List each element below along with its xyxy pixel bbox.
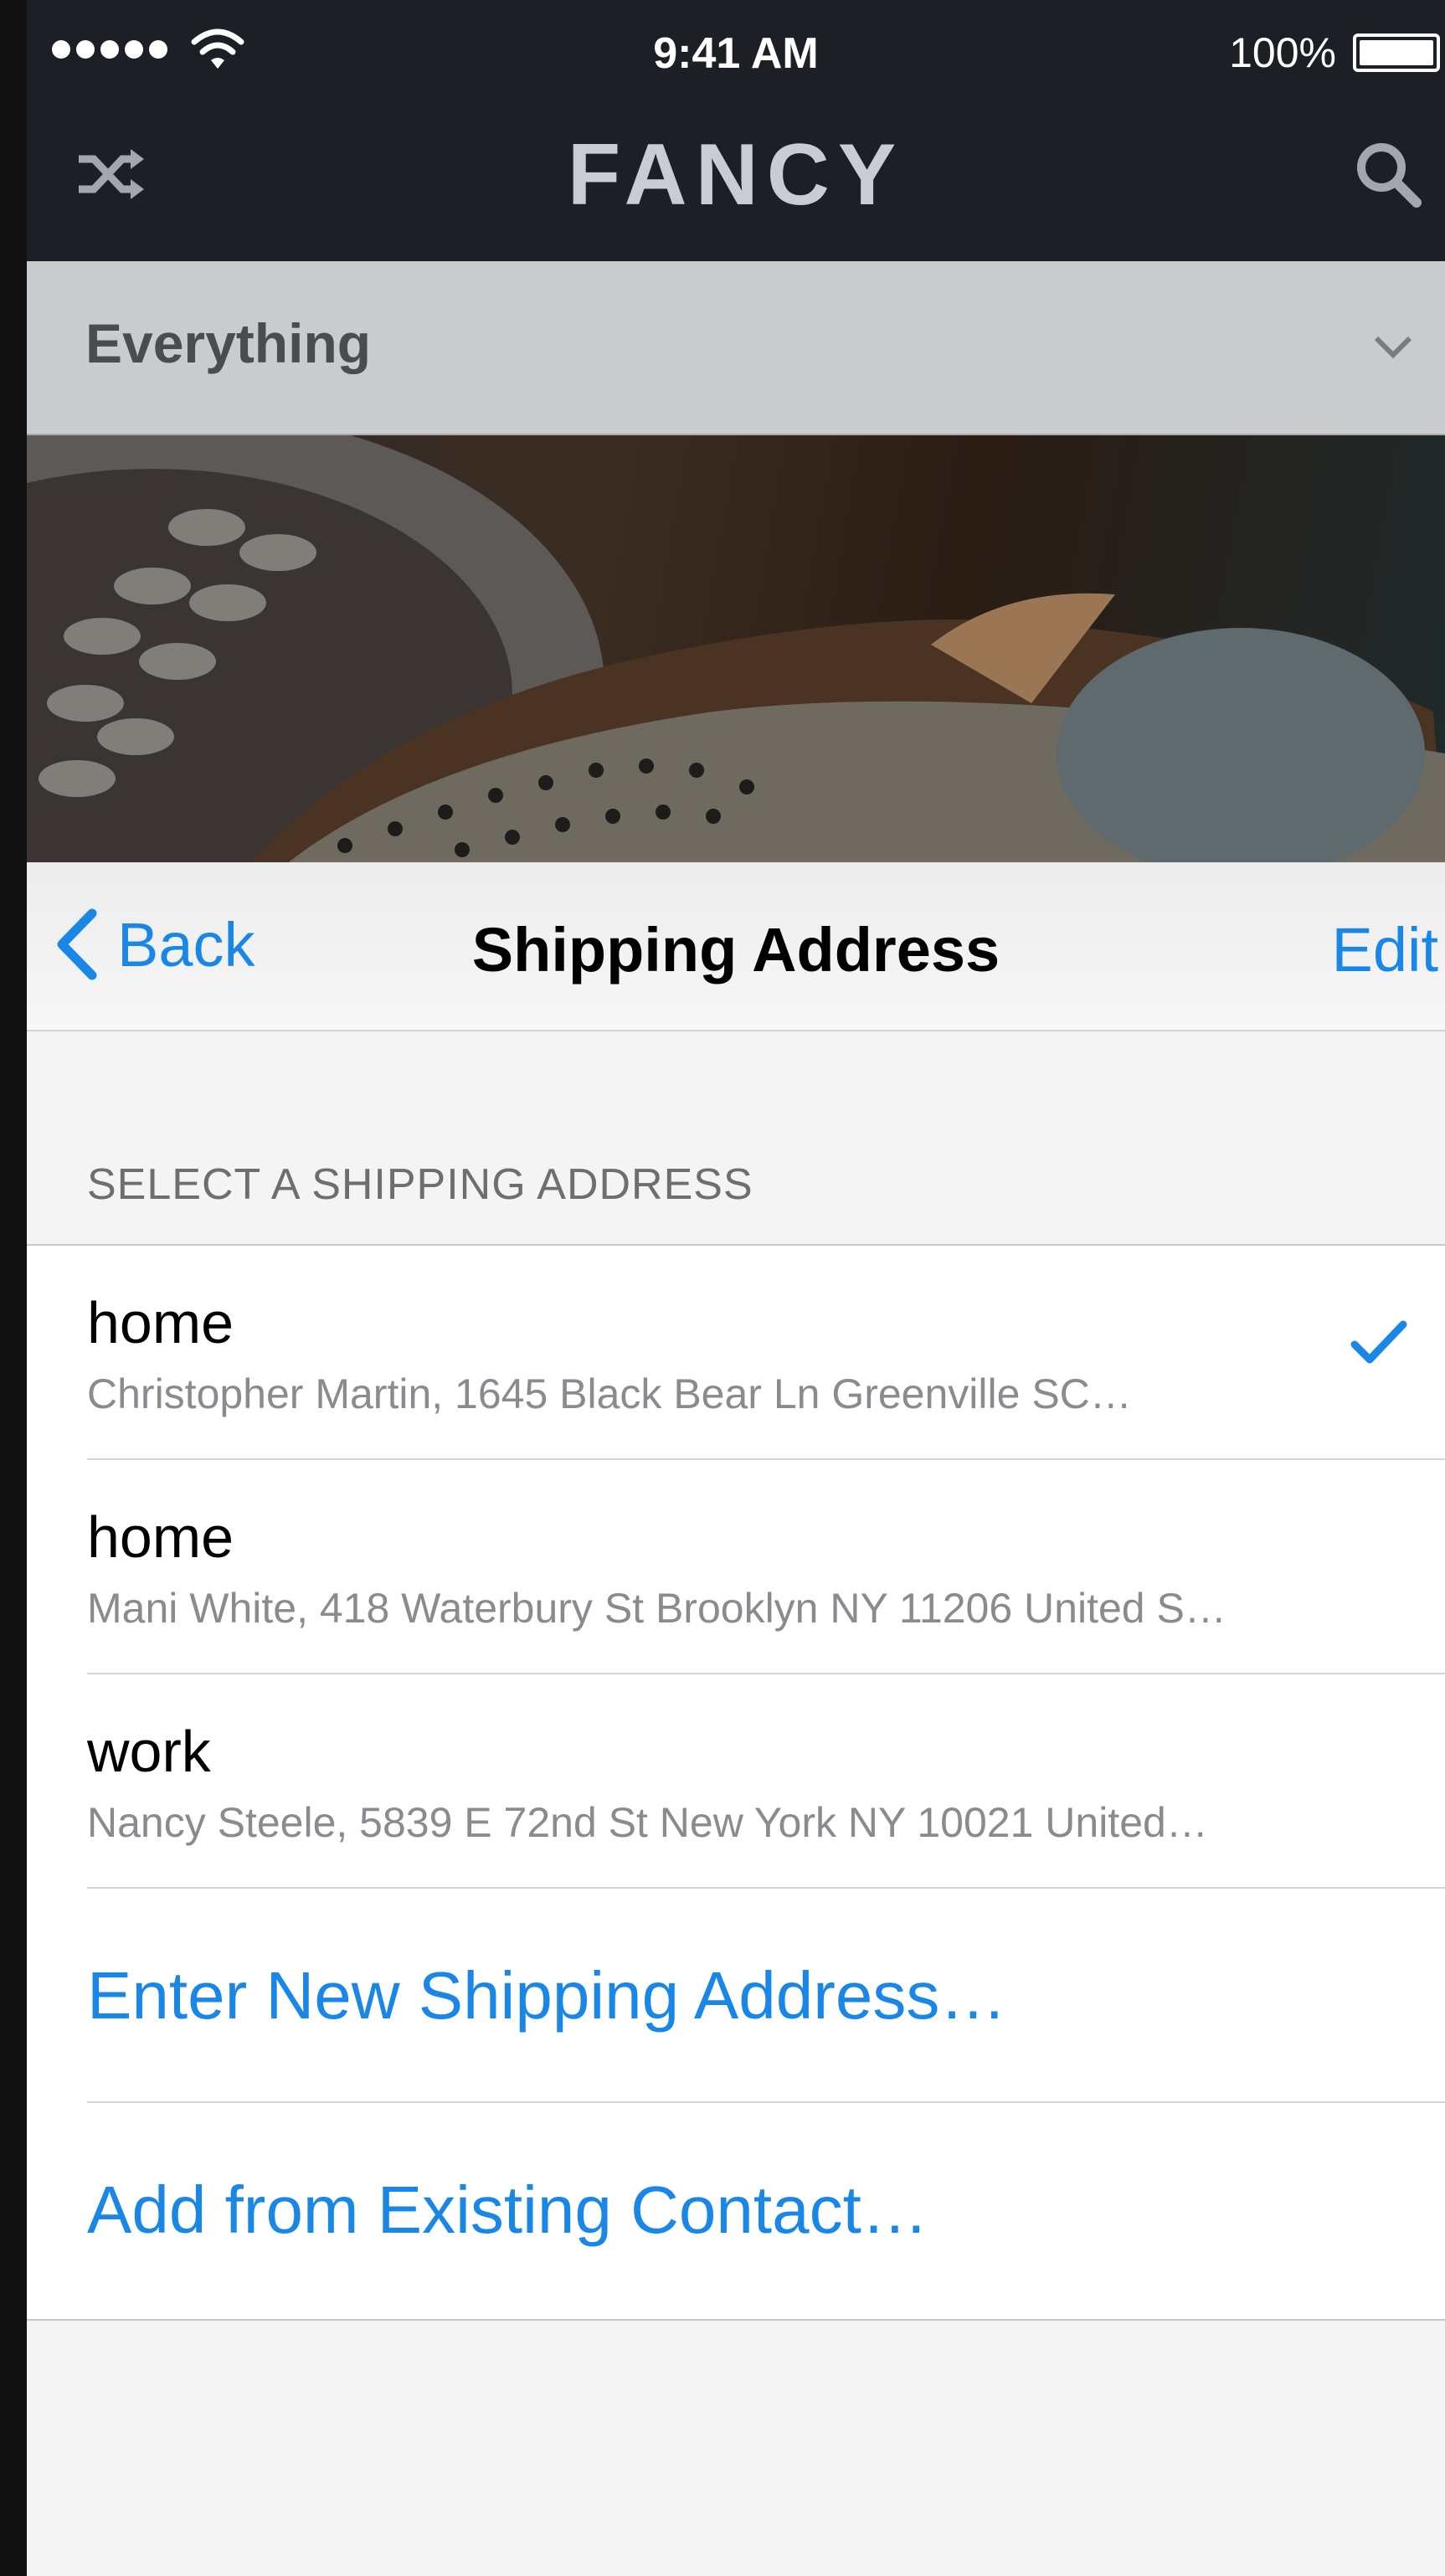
add-from-contact-button[interactable]: Add from Existing Contact… bbox=[27, 2103, 1445, 2317]
status-bar: 9:41 AM 100% bbox=[27, 0, 1445, 109]
section-header: SELECT A SHIPPING ADDRESS bbox=[87, 1160, 753, 1209]
navigation-bar: Back Shipping Address Edit bbox=[27, 862, 1445, 1031]
battery-icon bbox=[1353, 33, 1440, 72]
address-row[interactable]: home Mani White, 418 Waterbury St Brookl… bbox=[27, 1460, 1445, 1674]
address-detail: Nancy Steele, 5839 E 72nd St New York NY… bbox=[87, 1799, 1208, 1846]
product-photo bbox=[27, 435, 1445, 862]
app-logo: FANCY bbox=[567, 126, 905, 224]
app-screen: 9:41 AM 100% FANCY Everything Back Shipp… bbox=[27, 0, 1445, 2576]
address-row[interactable]: home Christopher Martin, 1645 Black Bear… bbox=[27, 1246, 1445, 1460]
chevron-down-icon bbox=[1374, 336, 1412, 359]
enter-new-address-button[interactable]: Enter New Shipping Address… bbox=[27, 1889, 1445, 2103]
address-detail: Mani White, 418 Waterbury St Brooklyn NY… bbox=[87, 1585, 1226, 1632]
address-list: home Christopher Martin, 1645 Black Bear… bbox=[27, 1244, 1445, 2321]
search-icon[interactable] bbox=[1348, 134, 1428, 214]
address-label: work bbox=[87, 1719, 211, 1784]
category-label: Everything bbox=[85, 312, 372, 374]
enter-new-address-label: Enter New Shipping Address… bbox=[87, 1958, 1007, 2033]
page-title: Shipping Address bbox=[471, 915, 1000, 985]
edit-button[interactable]: Edit bbox=[1331, 914, 1438, 985]
device-bezel bbox=[0, 0, 27, 2576]
address-row[interactable]: work Nancy Steele, 5839 E 72nd St New Yo… bbox=[27, 1674, 1445, 1889]
address-label: home bbox=[87, 1504, 234, 1570]
add-from-contact-label: Add from Existing Contact… bbox=[87, 2172, 928, 2247]
category-selector[interactable]: Everything bbox=[27, 261, 1445, 435]
address-detail: Christopher Martin, 1645 Black Bear Ln G… bbox=[87, 1370, 1132, 1417]
address-label: home bbox=[87, 1290, 234, 1355]
checkmark-icon bbox=[1350, 1320, 1407, 1364]
battery-percentage: 100% bbox=[1229, 29, 1336, 76]
app-header: 9:41 AM 100% FANCY bbox=[27, 0, 1445, 261]
